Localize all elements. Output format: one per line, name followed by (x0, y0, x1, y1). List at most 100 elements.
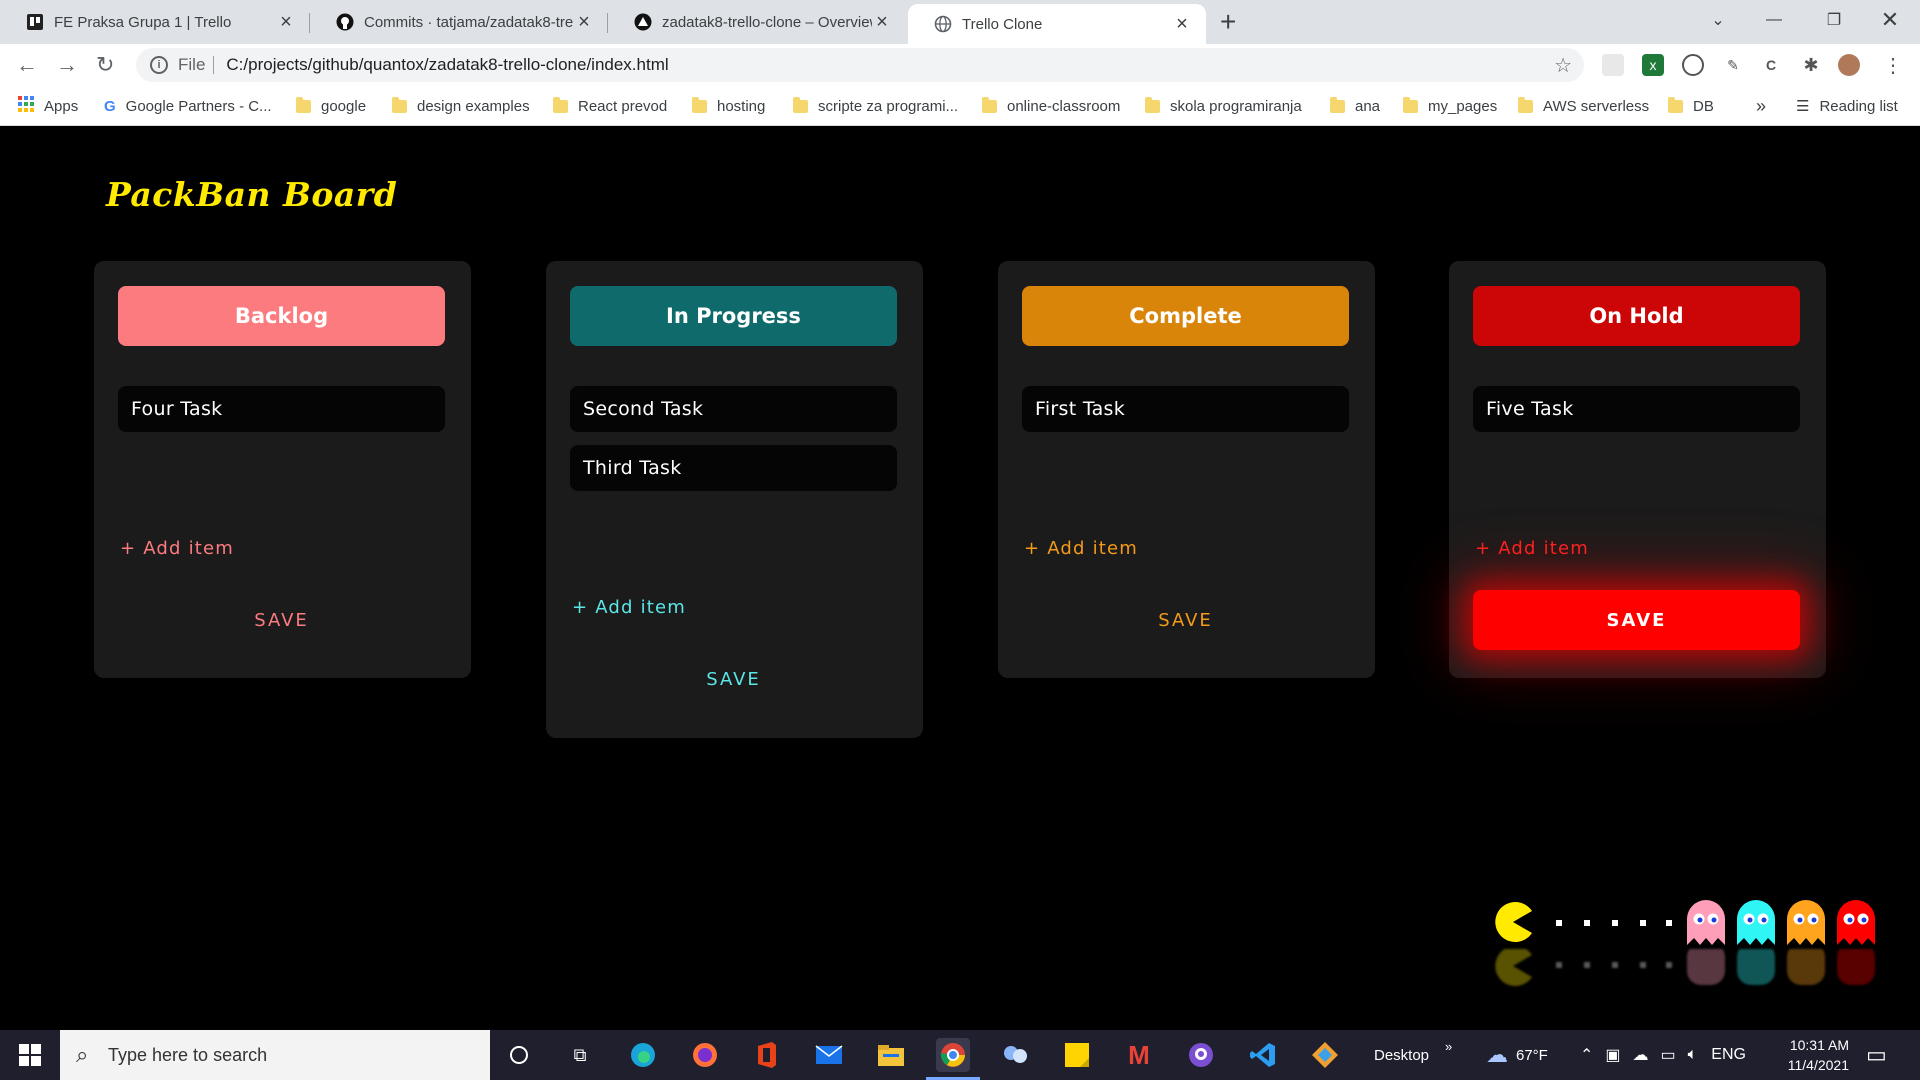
bookmark-label: online-classroom (1007, 97, 1121, 115)
sticky-notes-icon[interactable] (1060, 1038, 1094, 1072)
task-card[interactable]: Four Task (118, 386, 445, 432)
language-indicator[interactable]: ENG (1711, 1046, 1746, 1064)
pacman-animation (1490, 899, 1880, 1029)
bookmarks-bar: Apps G Google Partners - C... google des… (0, 86, 1920, 126)
close-icon[interactable]: × (1172, 13, 1192, 36)
bookmark-folder[interactable]: my_pages (1403, 86, 1497, 126)
close-icon[interactable]: × (872, 11, 892, 34)
file-explorer-icon[interactable] (874, 1038, 908, 1072)
back-icon[interactable]: ← (16, 52, 38, 78)
battery-icon[interactable]: ▭ (1661, 1045, 1676, 1065)
weather-temperature: 67°F (1516, 1046, 1548, 1064)
add-item-button[interactable]: + Add item (120, 538, 234, 559)
task-view-icon[interactable]: ⧉ (563, 1038, 597, 1072)
firefox-icon[interactable] (688, 1038, 722, 1072)
reading-list[interactable]: ☰ Reading list (1796, 86, 1898, 126)
bookmark-folder[interactable]: design examples (392, 86, 530, 126)
desktop-toolbar[interactable]: Desktop » (1374, 1030, 1452, 1080)
bookmarks-overflow-icon[interactable]: » (1756, 86, 1766, 126)
bookmark-google-partners[interactable]: G Google Partners - C... (104, 86, 272, 126)
pacman-icon (1495, 902, 1532, 942)
mail-icon[interactable] (812, 1038, 846, 1072)
bookmark-star-icon[interactable]: ☆ (1554, 53, 1572, 78)
save-button[interactable]: SAVE (1473, 590, 1800, 650)
column-header: On Hold (1473, 286, 1800, 346)
reload-icon[interactable]: ↻ (96, 52, 114, 78)
puzzle-icon[interactable]: ✱ (1800, 54, 1822, 76)
chevron-up-icon[interactable]: ⌃ (1580, 1045, 1593, 1065)
avatar[interactable] (1838, 54, 1860, 76)
close-icon[interactable]: × (276, 11, 296, 34)
bookmark-apps[interactable]: Apps (18, 86, 78, 126)
snipping-tool-icon[interactable] (998, 1038, 1032, 1072)
tab-trello-clone[interactable]: Trello Clone × (908, 4, 1206, 44)
meet-now-icon[interactable]: ▣ (1605, 1045, 1620, 1065)
info-icon[interactable]: i (150, 56, 168, 74)
bookmark-label: Apps (44, 97, 79, 115)
search-icon: ⌕ (76, 1042, 89, 1067)
trello-icon (26, 13, 44, 31)
bookmark-folder[interactable]: React prevod (553, 86, 667, 126)
eyedropper-extension-icon[interactable]: ✎ (1722, 54, 1744, 76)
column-on-hold: On Hold Five Task + Add item SAVE (1449, 261, 1826, 678)
extension-icon[interactable] (1602, 54, 1624, 76)
excel-extension-icon[interactable]: x (1642, 54, 1664, 76)
bookmark-folder[interactable]: online-classroom (982, 86, 1120, 126)
bookmark-folder[interactable]: DB (1668, 86, 1714, 126)
weather-widget[interactable]: ☁ 67°F (1486, 1030, 1548, 1080)
edge-icon[interactable] (626, 1038, 660, 1072)
menu-kebab-icon[interactable]: ⋮ (1882, 54, 1904, 77)
vscode-icon[interactable] (1246, 1038, 1280, 1072)
folder-icon (1518, 96, 1533, 113)
save-button[interactable]: SAVE (570, 649, 897, 709)
bookmark-folder[interactable]: hosting (692, 86, 765, 126)
browser-tab-bar: FE Praksa Grupa 1 | Trello × Commits · t… (0, 0, 1920, 44)
bookmark-folder[interactable]: AWS serverless (1518, 86, 1649, 126)
task-card[interactable]: Five Task (1473, 386, 1800, 432)
task-card[interactable]: First Task (1022, 386, 1349, 432)
clock[interactable]: 10:31 AM 11/4/2021 (1773, 1030, 1849, 1080)
save-button[interactable]: SAVE (1022, 590, 1349, 650)
folder-icon (553, 96, 568, 113)
taskbar-search-box[interactable]: ⌕ Type here to search (60, 1030, 490, 1080)
notifications-icon[interactable]: ▭ (1866, 1030, 1887, 1080)
forward-icon[interactable]: → (56, 52, 78, 78)
onedrive-icon[interactable]: ☁ (1633, 1045, 1649, 1065)
gmail-icon[interactable]: M (1122, 1038, 1156, 1072)
extension-icon[interactable]: C (1760, 54, 1782, 76)
tab-title: FE Praksa Grupa 1 | Trello (54, 13, 232, 31)
save-button[interactable]: SAVE (118, 590, 445, 650)
bookmark-folder[interactable]: google (296, 86, 366, 126)
bookmark-folder[interactable]: scripte za programi... (793, 86, 958, 126)
windows-taskbar: ⌕ Type here to search ⧉ M Desktop » ☁ 67… (0, 1030, 1920, 1080)
task-card[interactable]: Third Task (570, 445, 897, 491)
tab-github-commits[interactable]: Commits · tatjama/zadatak8-trell × (310, 0, 608, 44)
folder-icon (1668, 96, 1683, 113)
chevron-down-icon[interactable]: ⌄ (1690, 0, 1746, 40)
minimize-icon[interactable]: — (1746, 0, 1802, 40)
bookmark-label: skola programiranja (1170, 97, 1302, 115)
task-list: Four Task (118, 386, 445, 445)
task-list: Second Task Third Task (570, 386, 897, 504)
git-app-icon[interactable] (1308, 1038, 1342, 1072)
cortana-icon[interactable] (502, 1038, 536, 1072)
volume-icon[interactable]: 🔈︎ (1688, 1046, 1698, 1064)
office-icon[interactable] (750, 1038, 784, 1072)
close-window-icon[interactable]: ✕ (1862, 0, 1918, 40)
github-desktop-icon[interactable] (1184, 1038, 1218, 1072)
restore-icon[interactable]: ❐ (1806, 0, 1862, 40)
tab-vercel-overview[interactable]: zadatak8-trello-clone – Overview × (608, 0, 906, 44)
task-card[interactable]: Second Task (570, 386, 897, 432)
extension-icon[interactable] (1682, 54, 1704, 76)
add-item-button[interactable]: + Add item (572, 597, 686, 618)
add-item-button[interactable]: + Add item (1475, 538, 1589, 559)
windows-start-icon[interactable] (0, 1030, 60, 1080)
address-bar[interactable]: i File C:/projects/github/quantox/zadata… (136, 48, 1584, 82)
tab-trello[interactable]: FE Praksa Grupa 1 | Trello × (0, 0, 310, 44)
bookmark-folder[interactable]: ana (1330, 86, 1380, 126)
bookmark-folder[interactable]: skola programiranja (1145, 86, 1302, 126)
add-item-button[interactable]: + Add item (1024, 538, 1138, 559)
chrome-icon[interactable] (936, 1038, 970, 1072)
close-icon[interactable]: × (574, 11, 594, 34)
new-tab-icon[interactable]: + (1220, 6, 1236, 38)
